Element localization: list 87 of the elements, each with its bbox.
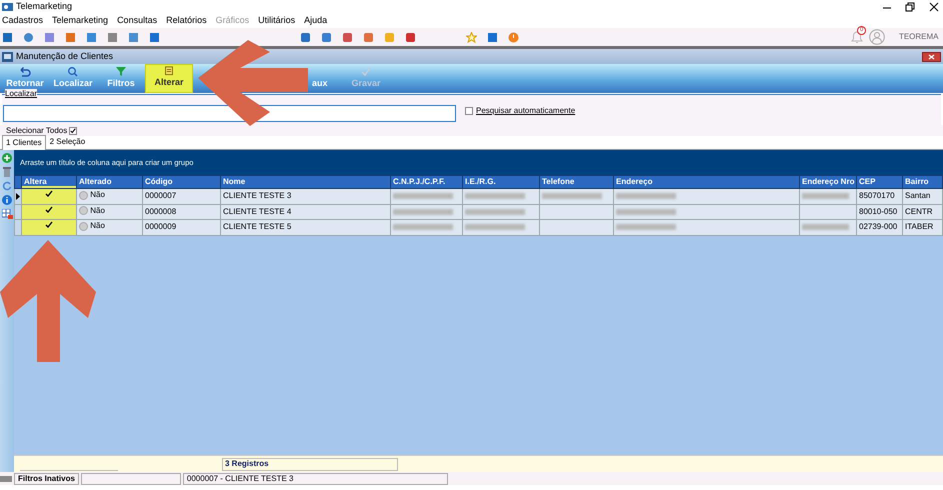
table-cell: 80010-050 — [859, 206, 898, 216]
toolbar-icon[interactable] — [321, 32, 332, 42]
column-header[interactable]: Telefone — [540, 176, 614, 188]
check-icon — [360, 66, 372, 76]
menu-item[interactable]: Cadastros — [2, 14, 44, 28]
grid-icon[interactable] — [2, 209, 12, 219]
toolbar-icon[interactable] — [44, 32, 55, 42]
power-icon[interactable] — [508, 32, 519, 42]
window-icon — [2, 52, 13, 62]
column-header[interactable]: Altera — [22, 176, 76, 188]
app-icon — [2, 2, 13, 12]
trash-icon[interactable] — [2, 167, 12, 177]
window-title: Telemarketing — [16, 0, 72, 14]
column-header[interactable]: Alterado — [76, 176, 142, 188]
column-header[interactable]: Nome — [220, 176, 390, 188]
menu-item[interactable]: Ajuda — [304, 14, 328, 28]
menu-item[interactable]: Consultas — [117, 14, 158, 28]
column-header[interactable]: Código — [142, 176, 220, 188]
toolbar-icon[interactable] — [107, 32, 118, 42]
undo-icon — [19, 66, 31, 76]
restore-icon[interactable] — [905, 2, 915, 12]
record-count: 3 Registros — [222, 458, 398, 470]
checkbox-label: Pesquisar automaticamente — [476, 105, 576, 117]
toolbar-button[interactable]: Alterar — [145, 64, 193, 93]
close-button[interactable] — [922, 52, 941, 62]
table-cell: 0000007 — [145, 191, 176, 200]
table-cell: Não — [90, 204, 105, 216]
toolbar-icon[interactable] — [300, 32, 311, 42]
checkbox[interactable] — [45, 206, 53, 214]
column-header[interactable]: C.N.P.J./C.P.F. — [390, 176, 462, 188]
toolbar-icon[interactable] — [65, 32, 76, 42]
table-cell: Santan — [905, 191, 930, 200]
group-label: Localizar — [5, 89, 38, 98]
table-cell: ITABER — [905, 222, 934, 232]
table-cell: Não — [90, 220, 105, 232]
close-icon[interactable] — [928, 2, 938, 12]
toolbar-icon[interactable] — [149, 32, 160, 42]
menu-item[interactable]: Telemarketing — [52, 14, 108, 28]
search-icon — [67, 66, 79, 76]
checkbox[interactable] — [69, 126, 78, 134]
close-icon — [928, 54, 935, 60]
refresh-icon[interactable] — [2, 181, 12, 191]
checkbox[interactable] — [45, 221, 53, 230]
user-icon[interactable] — [869, 29, 886, 45]
tab[interactable]: 1 Clientes — [2, 135, 46, 150]
bell-icon[interactable] — [848, 29, 865, 45]
column-header[interactable]: Endereço Nro — [800, 176, 856, 188]
window-title: Manutenção de Clientes — [16, 50, 114, 63]
table-cell: CLIENTE TESTE 3 — [223, 191, 292, 200]
toolbar-button[interactable]: aux — [312, 64, 342, 93]
checkbox[interactable] — [465, 107, 473, 115]
status-text: Filtros Inativos — [14, 472, 79, 484]
table-cell: Não — [90, 189, 105, 201]
toolbar-icon[interactable] — [2, 32, 13, 42]
table-cell: 0000009 — [145, 222, 176, 232]
table-cell: 02739-000 — [859, 222, 898, 232]
toolbar-icon[interactable] — [86, 32, 97, 42]
column-header[interactable]: CEP — [856, 176, 902, 188]
table-cell: CLIENTE TESTE 4 — [223, 206, 292, 216]
toolbar-icon[interactable] — [487, 32, 498, 42]
toolbar-icon[interactable] — [342, 32, 353, 42]
search-field[interactable] — [3, 105, 456, 122]
keyboard-icon — [0, 476, 12, 482]
toolbar-icon[interactable] — [23, 32, 34, 42]
table-cell: CLIENTE TESTE 5 — [223, 222, 292, 232]
toolbar-icon[interactable] — [128, 32, 139, 42]
toolbar-icon[interactable] — [363, 32, 374, 42]
user-name: TEOREMA — [898, 31, 938, 43]
toolbar-icon[interactable] — [405, 32, 416, 42]
toolbar-button[interactable]: Filtros — [97, 64, 145, 93]
toolbar-button[interactable]: Localizar — [49, 64, 97, 93]
table-cell: 0000008 — [145, 206, 176, 216]
menu-item[interactable]: Utilitários — [258, 14, 296, 28]
tab[interactable]: 2 Seleção — [46, 134, 90, 149]
table-cell: CENTR — [905, 206, 933, 216]
column-header[interactable]: Endereço — [614, 176, 800, 188]
column-header[interactable]: Bairro — [902, 176, 942, 188]
table-cell: 85070170 — [859, 191, 895, 200]
checkbox[interactable] — [45, 190, 53, 198]
add-icon[interactable] — [2, 153, 12, 163]
info-icon[interactable] — [2, 195, 12, 205]
edit-icon — [163, 66, 175, 76]
checkbox-label: Selecionar Todos — [6, 124, 68, 136]
menu-item[interactable]: Relatórios — [166, 14, 207, 28]
star-icon[interactable] — [466, 32, 477, 42]
column-header[interactable]: I.E./R.G. — [462, 176, 540, 188]
status-text: 0000007 - CLIENTE TESTE 3 — [182, 472, 448, 484]
